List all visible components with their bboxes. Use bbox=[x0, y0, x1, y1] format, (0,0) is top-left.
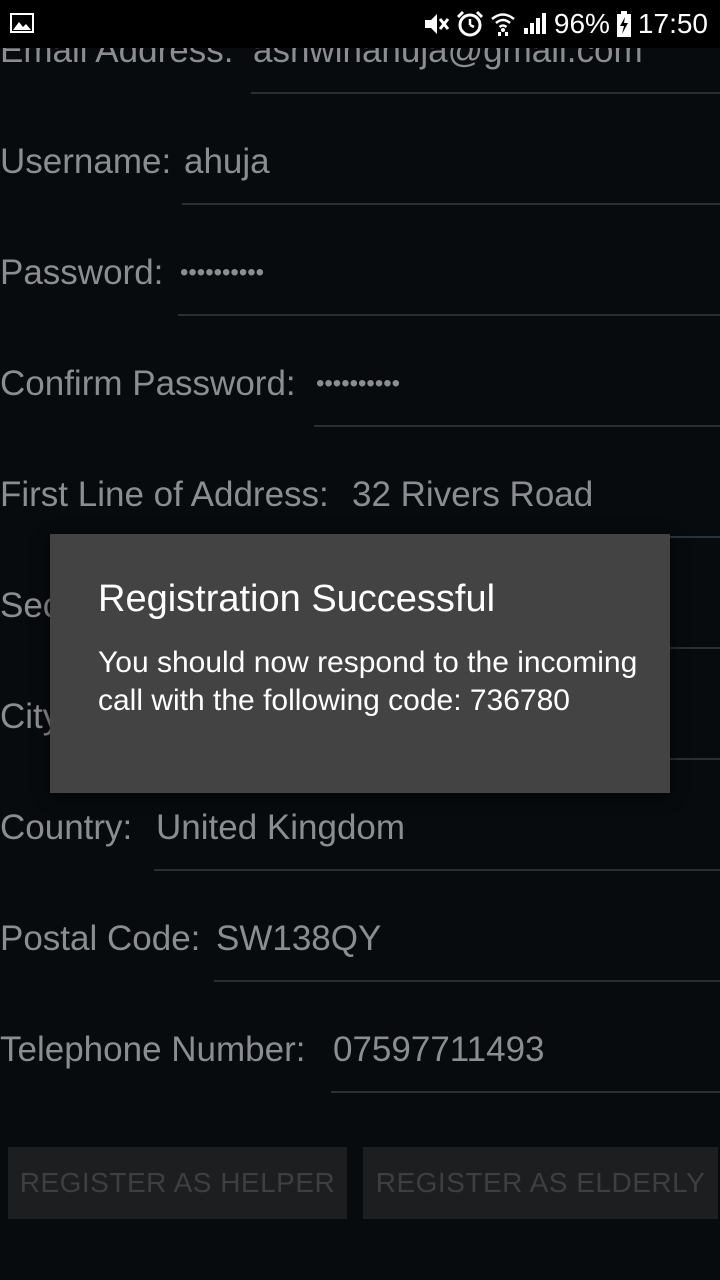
wifi-icon bbox=[491, 13, 515, 36]
gallery-icon bbox=[10, 13, 34, 33]
dialog-message: You should now respond to the incoming c… bbox=[98, 646, 638, 717]
clock: 17:50 bbox=[637, 8, 708, 39]
registration-screen: 96% 17:50 Email Address: ashwinahuja@gma… bbox=[0, 0, 720, 1280]
registration-dialog: Registration Successful You should now r… bbox=[50, 534, 670, 793]
status-bar: 96% 17:50 bbox=[0, 0, 720, 48]
dialog-title: Registration Successful bbox=[98, 578, 496, 620]
signal-icon bbox=[523, 13, 546, 34]
mute-icon bbox=[424, 14, 450, 34]
battery-percent: 96% bbox=[553, 8, 610, 39]
alarm-icon bbox=[456, 10, 483, 37]
battery-charging-icon bbox=[616, 11, 631, 37]
